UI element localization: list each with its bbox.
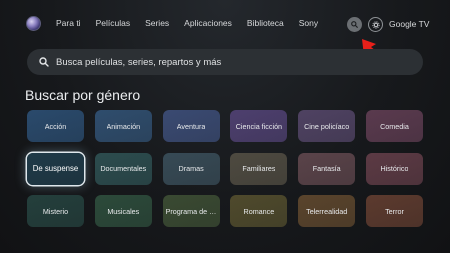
genre-tile-label: Cine policíaco — [304, 121, 350, 131]
genre-tile[interactable]: Programa de co... — [162, 195, 220, 227]
settings-button[interactable] — [368, 17, 383, 32]
genre-tile-label: Acción — [44, 121, 67, 131]
section-title: Buscar por género — [25, 87, 141, 103]
genre-tile-label: Fantasía — [312, 164, 341, 173]
genre-tile-label: Ciencia ficción — [235, 121, 283, 131]
genre-tile-label: Documentales — [100, 164, 147, 173]
google-tv-brand: Google TV — [389, 19, 430, 29]
genre-tile-label: Aventura — [176, 121, 206, 131]
nav-item-sony[interactable]: Sony — [299, 18, 318, 28]
nav-item-para-ti[interactable]: Para ti — [56, 18, 81, 28]
genre-tile-label: Animación — [106, 121, 141, 131]
search-button[interactable] — [347, 17, 362, 32]
genre-tile-label: Romance — [243, 206, 275, 216]
genre-tile-label: De suspense — [32, 164, 79, 173]
genre-tile-label: Familiares — [242, 164, 276, 173]
nav-item-biblioteca[interactable]: Biblioteca — [247, 18, 284, 28]
genre-tile-label: Terror — [385, 206, 404, 216]
genre-tile[interactable]: Comedia — [365, 110, 423, 142]
nav-menu: Para ti Películas Series Aplicaciones Bi… — [56, 18, 318, 28]
gear-icon — [371, 20, 380, 29]
genre-tile-label: Histórico — [380, 164, 409, 173]
search-input[interactable]: Busca películas, series, repartos y más — [27, 49, 423, 75]
genre-tile[interactable]: De suspense — [27, 152, 84, 185]
search-placeholder: Busca películas, series, repartos y más — [56, 56, 222, 68]
genre-tile[interactable]: Familiares — [230, 152, 288, 185]
genre-tile[interactable]: Histórico — [365, 152, 423, 185]
genre-tile-label: Programa de co... — [165, 206, 217, 216]
genre-tile[interactable]: Fantasía — [298, 152, 356, 185]
genre-tile[interactable]: Terror — [365, 195, 423, 227]
genre-tile[interactable]: Acción — [27, 110, 84, 142]
genre-tile[interactable]: Musicales — [94, 195, 152, 227]
genre-tile[interactable]: Telerrealidad — [298, 195, 356, 227]
genre-tile[interactable]: Ciencia ficción — [230, 110, 288, 142]
nav-item-aplicaciones[interactable]: Aplicaciones — [184, 18, 232, 28]
genre-tile-label: Comedia — [380, 121, 409, 131]
search-icon — [351, 21, 358, 28]
genre-tile[interactable]: Cine policíaco — [298, 110, 356, 142]
genre-grid: Acción Animación Aventura Ciencia ficción Ci… — [27, 110, 423, 227]
genre-tile[interactable]: Romance — [230, 195, 288, 227]
genre-tile-label: Musicales — [107, 206, 140, 216]
genre-tile-label: Telerrealidad — [306, 206, 348, 216]
genre-tile[interactable]: Misterio — [27, 195, 84, 227]
genre-tile-label: Dramas — [178, 164, 204, 173]
profile-avatar[interactable] — [26, 16, 41, 31]
nav-item-series[interactable]: Series — [145, 18, 169, 28]
genre-tile[interactable]: Aventura — [162, 110, 220, 142]
genre-tile-label: Misterio — [42, 206, 69, 216]
genre-tile[interactable]: Dramas — [162, 152, 220, 185]
nav-item-peliculas[interactable]: Películas — [96, 18, 131, 28]
search-icon — [39, 57, 49, 67]
genre-tile[interactable]: Animación — [94, 110, 152, 142]
genre-tile[interactable]: Documentales — [94, 152, 152, 185]
